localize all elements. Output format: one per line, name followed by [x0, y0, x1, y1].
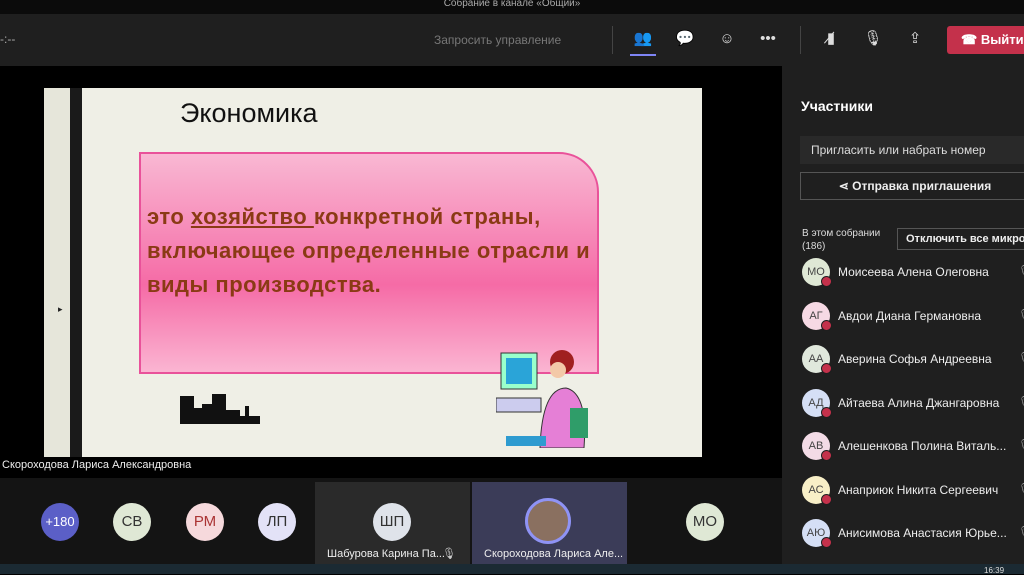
- windows-taskbar: [0, 564, 1024, 574]
- presenter-name: Скороходова Лариса Александровна: [0, 457, 194, 473]
- mic-off-icon: 🎙: [1018, 308, 1024, 322]
- participant-row[interactable]: АВАлешенкова Полина Виталь...🎙: [802, 432, 1024, 462]
- mute-all-button[interactable]: Отключить все микро...: [897, 228, 1024, 250]
- participant-name: Анисимова Анастасия Юрье...: [838, 526, 1007, 540]
- mic-off-icon: 🎙: [1018, 351, 1024, 365]
- participant-row[interactable]: АААверина Софья Андреевна🎙: [802, 345, 1024, 375]
- mic-off-icon: 🎙: [1018, 264, 1024, 278]
- share-invite-button[interactable]: ⋖ Отправка приглашения: [800, 172, 1024, 200]
- request-control-button[interactable]: Запросить управление: [434, 33, 561, 47]
- status-dot: [821, 319, 832, 331]
- more-participants-badge[interactable]: +180: [41, 503, 79, 541]
- status-dot: [821, 537, 832, 548]
- mic-off-icon: 🎙: [1018, 395, 1024, 409]
- participant-row[interactable]: МОМоисеева Алена Олеговна🎙: [802, 258, 1024, 288]
- video-strip: +180 СВ РМ ЛП ШП Шабурова Карина Па... 🎙…: [0, 478, 782, 564]
- share-icon: ⋖: [838, 179, 853, 193]
- shared-screen: Экономика это хозяйство конкретной стран…: [0, 66, 782, 478]
- section-header[interactable]: В этом собрании (186): [802, 227, 880, 253]
- mic-off-icon: 🎙: [1018, 525, 1024, 539]
- participant-photo: [525, 498, 571, 544]
- status-dot: [821, 276, 832, 287]
- slide-decoration: [44, 88, 70, 457]
- divider: [800, 26, 801, 54]
- participant-name: Аверина Софья Андреевна: [838, 352, 992, 366]
- slide-title: Экономика: [180, 98, 318, 128]
- participant-avatar[interactable]: ЛП: [258, 503, 296, 541]
- people-icon[interactable]: 👥: [632, 28, 654, 50]
- presentation-slide: Экономика это хозяйство конкретной стран…: [44, 88, 702, 457]
- participant-tile[interactable]: Скороходова Лариса Але...: [472, 482, 627, 564]
- status-dot: [821, 406, 832, 418]
- camera-off-icon[interactable]: ▮̸: [820, 28, 842, 50]
- participant-row[interactable]: АСАнаприюк Никита Сергеевич🎙: [802, 475, 1024, 506]
- definition-text: это хозяйство конкретной страны, включаю…: [147, 204, 591, 297]
- share-icon[interactable]: ⇪: [904, 28, 926, 50]
- phone-icon: ☎: [961, 32, 981, 47]
- woman-at-computer-clipart: [496, 350, 588, 448]
- status-dot: [821, 493, 832, 505]
- definition-box: это хозяйство конкретной страны, включаю…: [139, 152, 599, 374]
- more-icon[interactable]: •••: [757, 28, 779, 50]
- leave-button[interactable]: ☎ Выйти: [947, 26, 1024, 54]
- window-title: Собрание в канале «Общий»: [0, 0, 1024, 14]
- mic-off-icon: 🎙: [1018, 482, 1024, 496]
- status-dot: [821, 363, 832, 374]
- participant-name: Шабурова Карина Па...: [327, 548, 445, 560]
- slide-decoration: [70, 88, 82, 457]
- status-dot: [821, 450, 832, 461]
- mic-off-icon: 🎙: [1018, 438, 1024, 452]
- reactions-icon[interactable]: ☺: [716, 28, 738, 50]
- participant-row[interactable]: АДАйтаева Алина Джангаровна🎙: [802, 388, 1024, 419]
- participant-row[interactable]: АГАвдои Диана Германовна🎙: [802, 301, 1024, 332]
- divider: [612, 26, 613, 54]
- participant-name: Скороходова Лариса Але...: [484, 548, 624, 560]
- leave-label: Выйти: [980, 32, 1024, 47]
- meeting-timer: -:--: [0, 32, 16, 46]
- participant-name: Алешенкова Полина Виталь...: [838, 439, 1007, 453]
- mic-off-icon[interactable]: 🎙: [862, 28, 884, 50]
- participant-avatar[interactable]: МО: [686, 503, 724, 541]
- participants-panel: Участники Пригласить или набрать номер ⋖…: [782, 66, 1024, 564]
- share-invite-label: Отправка приглашения: [852, 179, 992, 193]
- bar-chart-icon: [180, 394, 260, 424]
- mouse-cursor: ▸: [58, 304, 63, 314]
- chat-icon[interactable]: 💬: [674, 28, 696, 50]
- participant-avatar: ШП: [373, 503, 411, 541]
- meeting-toolbar: -:-- Запросить управление 👥 💬 ☺ ••• ▮̸ 🎙…: [0, 14, 1024, 66]
- participant-name: Айтаева Алина Джангаровна: [838, 395, 1000, 410]
- participant-avatar[interactable]: СВ: [113, 503, 151, 541]
- mic-off-icon: 🎙: [442, 548, 456, 560]
- participant-name: Авдои Диана Германовна: [838, 308, 982, 323]
- active-indicator: [630, 54, 656, 56]
- participant-avatar[interactable]: РМ: [186, 503, 224, 541]
- participant-row[interactable]: АЮАнисимова Анастасия Юрье...🎙: [802, 519, 1024, 549]
- participant-name: Моисеева Алена Олеговна: [838, 265, 989, 279]
- participant-tile[interactable]: ШП Шабурова Карина Па... 🎙: [315, 482, 470, 564]
- participant-name: Анаприюк Никита Сергеевич: [838, 482, 999, 497]
- panel-title: Участники: [801, 98, 873, 114]
- invite-input[interactable]: Пригласить или набрать номер: [800, 136, 1024, 164]
- participant-count: (186): [802, 241, 826, 252]
